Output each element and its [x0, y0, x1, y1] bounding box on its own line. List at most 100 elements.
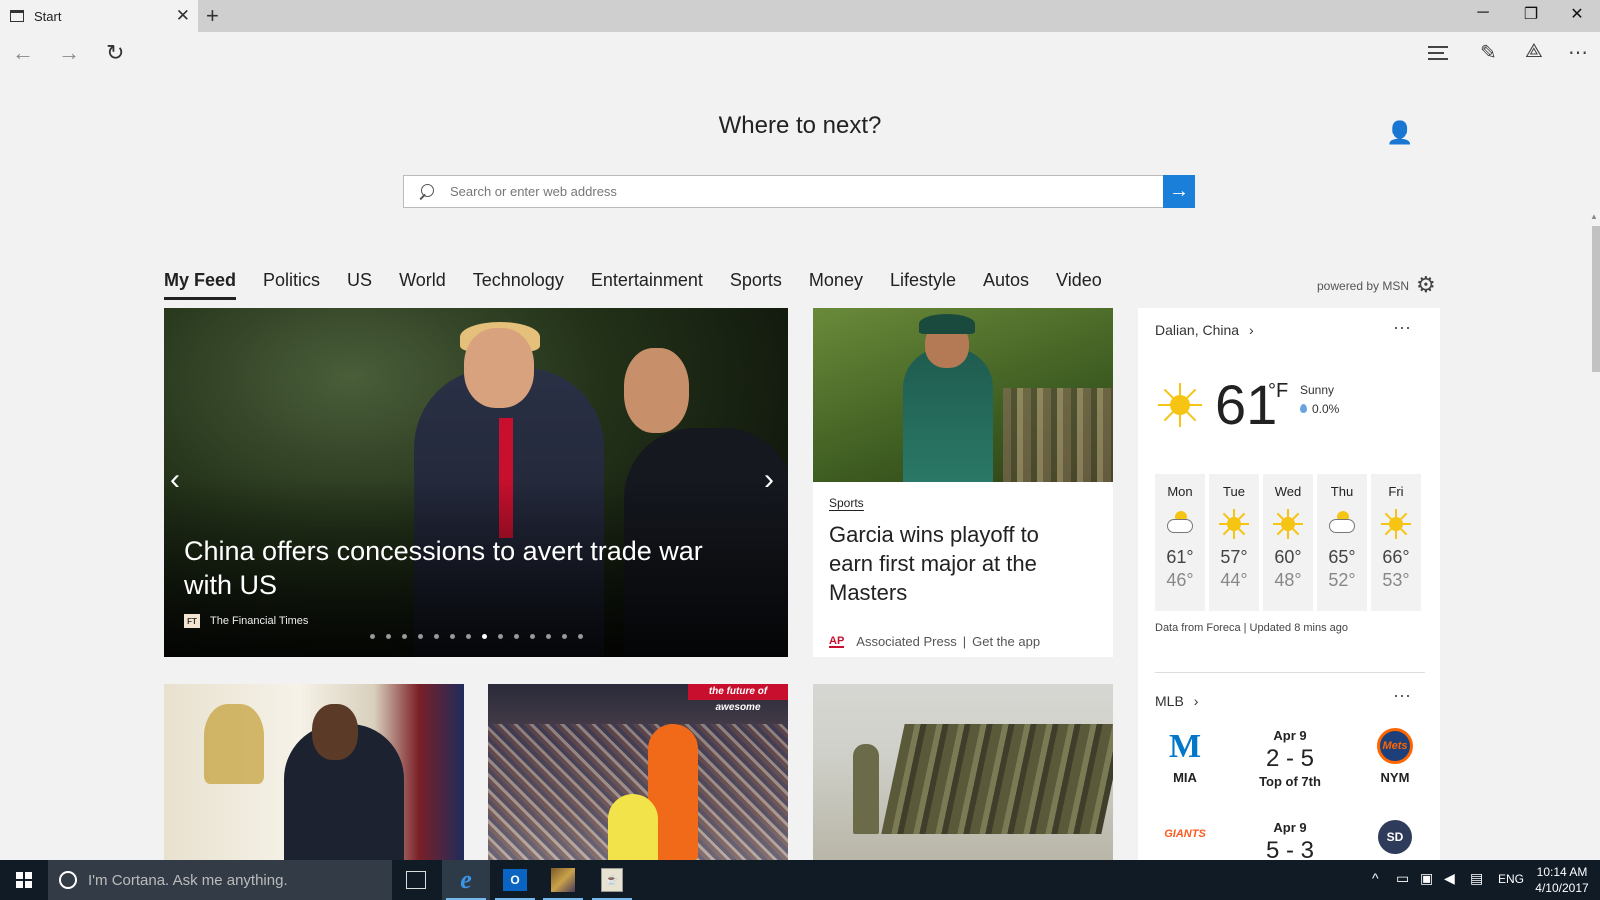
cortana-placeholder: I'm Cortana. Ask me anything.: [88, 871, 288, 889]
carousel-next-icon[interactable]: ›: [764, 463, 774, 497]
get-app-link[interactable]: Get the app: [972, 634, 1040, 649]
tab-world[interactable]: World: [399, 270, 446, 300]
hero-headline[interactable]: China offers concessions to avert trade …: [184, 534, 724, 602]
minimize-button[interactable]: ─: [1460, 4, 1506, 22]
forecast-day-name: Thu: [1330, 484, 1354, 499]
clock[interactable]: 10:14 AM 4/10/2017: [1530, 864, 1594, 896]
tab-politics[interactable]: Politics: [263, 270, 320, 300]
carousel-dot[interactable]: [418, 634, 423, 639]
mlb-game[interactable]: GIANTS Apr 9 5 - 3 SD: [1155, 820, 1425, 860]
forecast-day[interactable]: Thu 65° 52°: [1317, 474, 1367, 611]
refresh-button[interactable]: ↻: [106, 40, 124, 66]
language-indicator[interactable]: ENG: [1498, 872, 1524, 886]
tab-technology[interactable]: Technology: [473, 270, 564, 300]
story-card-sports[interactable]: Sports Garcia wins playoff to earn first…: [813, 308, 1113, 657]
carousel-prev-icon[interactable]: ‹: [170, 463, 180, 497]
volume-icon[interactable]: ◀: [1444, 870, 1455, 887]
carousel-dot[interactable]: [482, 634, 487, 639]
share-icon[interactable]: ⟁: [1525, 40, 1543, 63]
web-note-icon[interactable]: ✎: [1480, 40, 1497, 65]
notifications-icon[interactable]: ▤: [1470, 870, 1483, 887]
tab-money[interactable]: Money: [809, 270, 863, 300]
mlb-title[interactable]: MLB ›: [1155, 693, 1198, 709]
carousel-dot[interactable]: [562, 634, 567, 639]
carousel-dot[interactable]: [386, 634, 391, 639]
partly-cloudy-icon: [1327, 509, 1357, 539]
away-team: SD: [1365, 820, 1425, 854]
carousel-dot[interactable]: [578, 634, 583, 639]
forecast-day[interactable]: Tue 57° 44°: [1209, 474, 1259, 611]
carousel-dot[interactable]: [498, 634, 503, 639]
forecast-days: Mon 61° 46° Tue 57° 44° Wed 60° 48° Thu 65° 52° Fri 6…: [1155, 474, 1425, 611]
carousel-dot[interactable]: [514, 634, 519, 639]
game-date: Apr 9: [1273, 728, 1307, 743]
forward-button[interactable]: →: [58, 40, 80, 66]
story-card-obama[interactable]: [164, 684, 464, 860]
more-actions-icon[interactable]: ⋯: [1568, 40, 1588, 65]
away-team-abbr: NYM: [1380, 770, 1410, 785]
mlb-game[interactable]: M MIA Apr 9 2 - 5 Top of 7th Mets NYM: [1155, 728, 1425, 798]
story-image-player2: [608, 794, 658, 860]
carousel-dot[interactable]: [434, 634, 439, 639]
search-box: →: [403, 175, 1195, 208]
carousel-dot[interactable]: [450, 634, 455, 639]
story-image-head: [312, 704, 358, 760]
task-view-icon[interactable]: [406, 871, 426, 889]
forecast-day[interactable]: Fri 66° 53°: [1371, 474, 1421, 611]
tab-us[interactable]: US: [347, 270, 372, 300]
new-tab-button[interactable]: +: [206, 3, 219, 29]
cortana-icon: [59, 871, 77, 889]
carousel-dot[interactable]: [530, 634, 535, 639]
chevron-right-icon: ›: [1193, 693, 1199, 709]
tab-entertainment[interactable]: Entertainment: [591, 270, 703, 300]
carousel-dot[interactable]: [466, 634, 471, 639]
close-window-button[interactable]: ✕: [1554, 4, 1600, 24]
scroll-up-icon[interactable]: ▲: [1590, 212, 1598, 221]
precip-value: 0.0%: [1312, 402, 1340, 416]
cortana-search[interactable]: I'm Cortana. Ask me anything.: [48, 860, 392, 900]
search-input[interactable]: [448, 183, 1163, 200]
story-image-cap: [919, 314, 975, 334]
tab-my-feed[interactable]: My Feed: [164, 270, 237, 300]
scrollbar-thumb[interactable]: [1592, 226, 1600, 372]
restore-button[interactable]: ❐: [1508, 4, 1554, 24]
story-card-basketball[interactable]: the future of awesome: [488, 684, 788, 860]
hero-carousel[interactable]: ‹ › China offers concessions to avert tr…: [164, 308, 788, 657]
weather-more-icon[interactable]: ⋯: [1393, 318, 1412, 339]
battery-icon[interactable]: ▭: [1396, 870, 1409, 887]
forecast-day[interactable]: Wed 60° 48°: [1263, 474, 1313, 611]
story-category[interactable]: Sports: [829, 496, 864, 511]
carousel-dot[interactable]: [402, 634, 407, 639]
weather-location[interactable]: Dalian, China ›: [1155, 322, 1254, 338]
start-button[interactable]: [0, 860, 48, 900]
page-title: Where to next?: [718, 112, 882, 139]
taskbar-edge[interactable]: e: [442, 860, 490, 900]
carousel-dot[interactable]: [370, 634, 375, 639]
story-headline[interactable]: Garcia wins playoff to earn first major …: [829, 520, 1089, 607]
taskbar-app3[interactable]: [539, 860, 587, 900]
mlb-more-icon[interactable]: ⋯: [1393, 686, 1412, 707]
taskbar-java[interactable]: ☕: [588, 860, 636, 900]
story-card-soldiers[interactable]: [813, 684, 1113, 860]
arena-banner: the future of awesome: [688, 684, 788, 713]
weather-location-label: Dalian, China: [1155, 322, 1240, 338]
tab-autos[interactable]: Autos: [983, 270, 1029, 300]
tab-start[interactable]: Start ✕: [0, 0, 198, 32]
gear-icon[interactable]: ⚙: [1416, 272, 1436, 298]
divider: [1155, 672, 1425, 673]
tab-close-icon[interactable]: ✕: [176, 6, 190, 26]
forecast-day[interactable]: Mon 61° 46°: [1155, 474, 1205, 611]
taskbar-outlook[interactable]: O: [491, 860, 539, 900]
carousel-dot[interactable]: [546, 634, 551, 639]
forecast-day-name: Tue: [1223, 484, 1245, 499]
tab-video[interactable]: Video: [1056, 270, 1102, 300]
tray-expand-icon[interactable]: ^: [1372, 870, 1379, 886]
tab-lifestyle[interactable]: Lifestyle: [890, 270, 956, 300]
hub-icon[interactable]: [1428, 46, 1448, 64]
network-icon[interactable]: ▣: [1420, 870, 1433, 887]
go-button[interactable]: →: [1163, 175, 1195, 208]
profile-icon[interactable]: 👤: [1386, 120, 1413, 146]
back-button[interactable]: ←: [12, 40, 34, 66]
tab-sports[interactable]: Sports: [730, 270, 782, 300]
score-box: Apr 9 2 - 5 Top of 7th: [1245, 728, 1335, 789]
